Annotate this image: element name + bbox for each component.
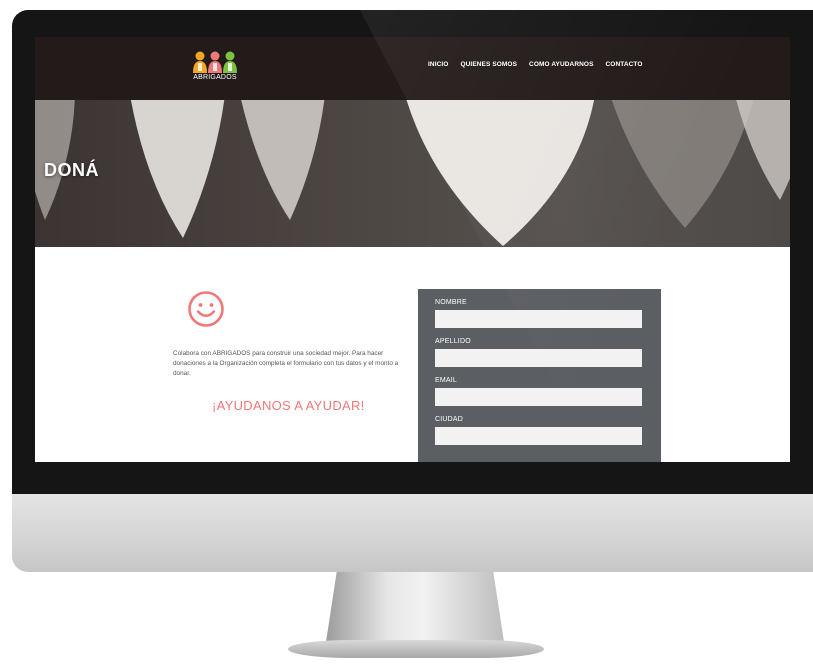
monitor-stand bbox=[326, 572, 504, 642]
nav-item-quienes-somos[interactable]: QUIENES SOMOS bbox=[460, 61, 517, 68]
smiley-icon bbox=[188, 291, 224, 327]
hero-paper-hearts-image bbox=[35, 100, 790, 246]
donation-section: Colabora con ABRIGADOS para construir un… bbox=[35, 247, 790, 462]
monitor-chin bbox=[12, 494, 813, 572]
nav-item-contacto[interactable]: CONTACTO bbox=[606, 61, 643, 68]
donation-form: NOMBRE APELLIDO EMAIL CIUDAD bbox=[418, 289, 661, 462]
apellido-input[interactable] bbox=[435, 349, 642, 367]
page-title: DONÁ bbox=[44, 160, 99, 180]
site-logo[interactable]: ABRIGADOS bbox=[190, 51, 240, 87]
intro-text: Colabora con ABRIGADOS para construir un… bbox=[173, 350, 399, 377]
top-nav-bar: ABRIGADOS INICIO QUIENES SOMOS COMO AYUD… bbox=[35, 37, 790, 100]
monitor-stand-base bbox=[288, 640, 544, 658]
main-menu: INICIO QUIENES SOMOS COMO AYUDARNOS CONT… bbox=[428, 61, 643, 68]
website-screen: ABRIGADOS INICIO QUIENES SOMOS COMO AYUD… bbox=[35, 37, 790, 462]
nav-item-como-ayudarnos[interactable]: COMO AYUDARNOS bbox=[529, 61, 593, 68]
logo-figures-icon bbox=[193, 51, 237, 73]
logo-text: ABRIGADOS bbox=[193, 74, 237, 81]
imac-monitor: ABRIGADOS INICIO QUIENES SOMOS COMO AYUD… bbox=[0, 0, 813, 668]
nav-item-inicio[interactable]: INICIO bbox=[428, 61, 448, 68]
nombre-input[interactable] bbox=[435, 310, 642, 328]
call-to-action-heading: ¡AYUDANOS A AYUDAR! bbox=[212, 398, 365, 413]
field-label-nombre: NOMBRE bbox=[435, 299, 467, 306]
field-label-email: EMAIL bbox=[435, 377, 458, 384]
hero-banner: DONÁ bbox=[35, 100, 790, 247]
ciudad-input[interactable] bbox=[435, 427, 642, 445]
email-input[interactable] bbox=[435, 388, 642, 406]
field-label-ciudad: CIUDAD bbox=[435, 416, 464, 423]
field-label-apellido: APELLIDO bbox=[435, 338, 471, 345]
